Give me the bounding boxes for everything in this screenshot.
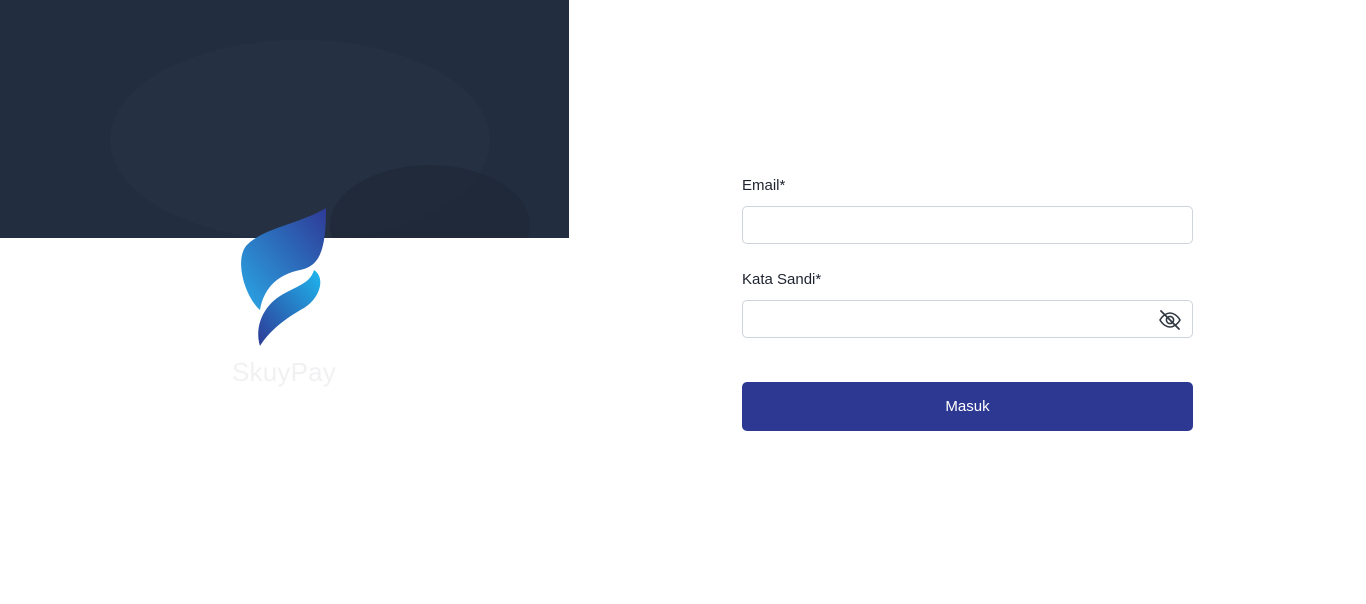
eye-off-icon[interactable]: [1158, 309, 1182, 331]
email-input[interactable]: [743, 207, 1192, 243]
skuypay-logo-icon: [241, 208, 326, 346]
email-input-box: [742, 206, 1193, 244]
login-page: SkuyPay Email* Kata Sandi* Masuk: [0, 0, 1366, 604]
login-form: Email* Kata Sandi* Masuk: [742, 176, 1193, 431]
login-button[interactable]: Masuk: [742, 382, 1193, 431]
password-field-group: Kata Sandi*: [742, 270, 1193, 338]
password-label: Kata Sandi*: [742, 271, 822, 288]
password-input[interactable]: [743, 301, 1192, 337]
email-label: Email*: [742, 177, 786, 194]
email-field-group: Email*: [742, 176, 1193, 244]
brand-name: SkuyPay: [232, 357, 337, 387]
brand: SkuyPay: [220, 200, 350, 400]
password-input-box: [742, 300, 1193, 338]
